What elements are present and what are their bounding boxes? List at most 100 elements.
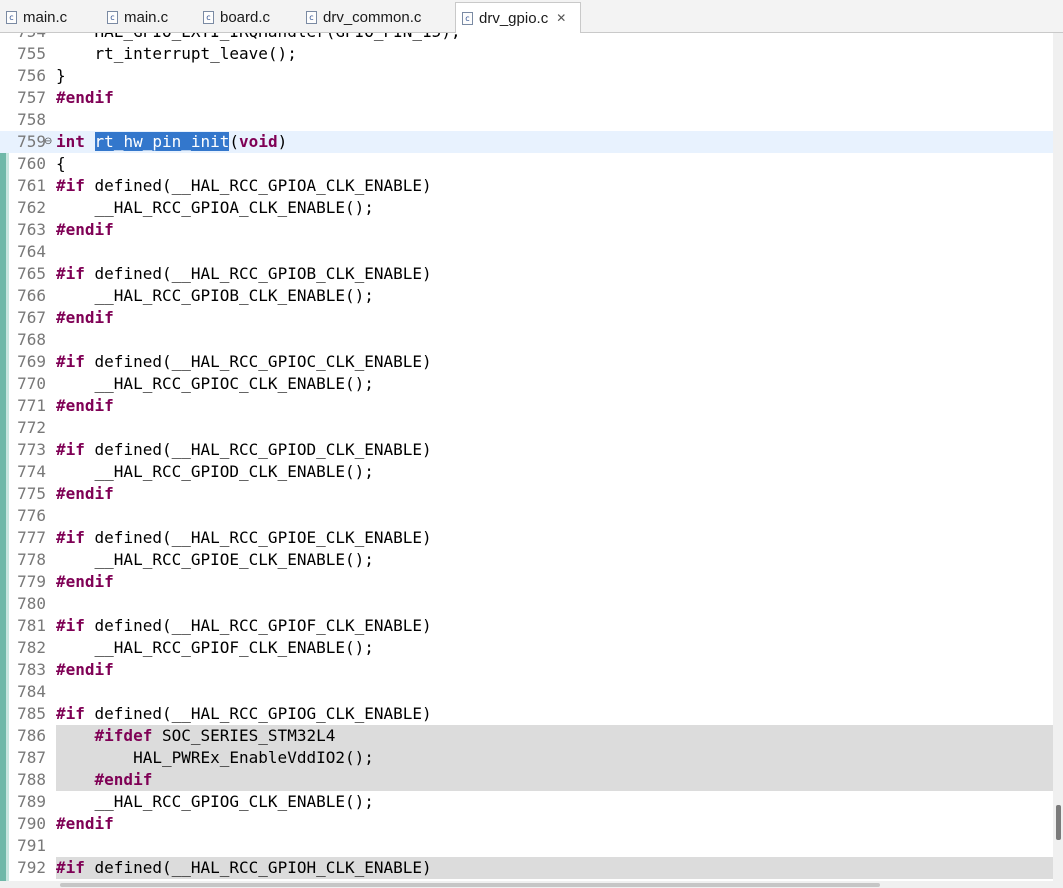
line-number: 763 [17,220,46,239]
code-text[interactable]: __HAL_RCC_GPIOF_CLK_ENABLE(); [56,637,1053,659]
code-line[interactable]: 776 [0,505,1053,527]
code-line[interactable]: 788 #endif [0,769,1053,791]
code-line[interactable]: 756} [0,65,1053,87]
code-text[interactable]: #endif [56,571,1053,593]
code-line[interactable]: 769 #if defined(__HAL_RCC_GPIOC_CLK_ENABL… [0,351,1053,373]
line-number: 762 [17,198,46,217]
tab-label: drv_common.c [323,9,422,26]
code-text[interactable]: __HAL_RCC_GPIOG_CLK_ENABLE(); [56,791,1053,813]
code-line[interactable]: 765 #if defined(__HAL_RCC_GPIOB_CLK_ENABL… [0,263,1053,285]
code-text[interactable] [56,241,1053,263]
code-text[interactable]: #if defined(__HAL_RCC_GPIOG_CLK_ENABLE) [56,703,1053,725]
code-text[interactable]: __HAL_RCC_GPIOA_CLK_ENABLE(); [56,197,1053,219]
code-text[interactable]: int rt_hw_pin_init(void) [56,131,1053,153]
code-text[interactable]: #endif [56,87,1053,109]
code-text[interactable]: HAL_GPIO_EXTI_IRQHandler(GPIO_PIN_15); [56,33,1053,43]
code-line[interactable]: 760 { [0,153,1053,175]
line-number: 768 [17,330,46,349]
code-line[interactable]: 773 #if defined(__HAL_RCC_GPIOD_CLK_ENABL… [0,439,1053,461]
code-text[interactable] [56,109,1053,131]
code-line[interactable]: 786 #ifdef SOC_SERIES_STM32L4 [0,725,1053,747]
tab-drv_common-c[interactable]: c drv_common.c [300,3,453,32]
tab-main-c-2[interactable]: c main.c [101,3,195,32]
code-text[interactable]: __HAL_RCC_GPIOD_CLK_ENABLE(); [56,461,1053,483]
code-line[interactable]: 775 #endif [0,483,1053,505]
code-text[interactable]: #endif [56,307,1053,329]
code-line[interactable]: 780 [0,593,1053,615]
code-text[interactable]: #endif [56,483,1053,505]
tab-drv_gpio-c[interactable]: c drv_gpio.c ✕ [455,2,581,33]
code-line[interactable]: 791 [0,835,1053,857]
code-text[interactable]: __HAL_RCC_GPIOC_CLK_ENABLE(); [56,373,1053,395]
editor-tab-bar: c main.c c main.c c board.c c drv_common.c c drv_… [0,0,1063,33]
code-text[interactable] [56,681,1053,703]
code-text[interactable]: #if defined(__HAL_RCC_GPIOD_CLK_ENABLE) [56,439,1053,461]
tab-board-c[interactable]: c board.c [197,3,298,32]
code-text[interactable]: #endif [56,219,1053,241]
code-line[interactable]: 782 __HAL_RCC_GPIOF_CLK_ENABLE(); [0,637,1053,659]
code-line[interactable]: 771 #endif [0,395,1053,417]
code-text[interactable]: #endif [56,813,1053,835]
line-number: 761 [17,176,46,195]
code-line[interactable]: 768 [0,329,1053,351]
code-text[interactable] [56,505,1053,527]
horizontal-scrollbar-thumb[interactable] [60,883,880,887]
code-line[interactable]: 754 HAL_GPIO_EXTI_IRQHandler(GPIO_PIN_15… [0,33,1053,43]
code-text[interactable] [56,835,1053,857]
code-text[interactable]: #endif [56,659,1053,681]
line-number: 785 [17,704,46,723]
line-number: 773 [17,440,46,459]
code-line[interactable]: 781 #if defined(__HAL_RCC_GPIOF_CLK_ENABL… [0,615,1053,637]
code-text[interactable]: #if defined(__HAL_RCC_GPIOB_CLK_ENABLE) [56,263,1053,285]
line-number: 782 [17,638,46,657]
code-line[interactable]: 777 #if defined(__HAL_RCC_GPIOE_CLK_ENABL… [0,527,1053,549]
code-line[interactable]: 784 [0,681,1053,703]
code-line[interactable]: 789 __HAL_RCC_GPIOG_CLK_ENABLE(); [0,791,1053,813]
code-text[interactable] [56,329,1053,351]
code-line[interactable]: 779 #endif [0,571,1053,593]
code-line[interactable]: 759 ⊖ int rt_hw_pin_init(void) [0,131,1053,153]
code-line[interactable]: 763 #endif [0,219,1053,241]
vertical-scrollbar-thumb[interactable] [1056,805,1061,840]
code-line[interactable]: 764 [0,241,1053,263]
code-line[interactable]: 774 __HAL_RCC_GPIOD_CLK_ENABLE(); [0,461,1053,483]
code-text[interactable]: #if defined(__HAL_RCC_GPIOF_CLK_ENABLE) [56,615,1053,637]
code-text[interactable]: __HAL_RCC_GPIOB_CLK_ENABLE(); [56,285,1053,307]
code-text[interactable]: rt_interrupt_leave(); [56,43,1053,65]
code-text[interactable] [56,593,1053,615]
line-number: 787 [17,748,46,767]
code-line[interactable]: 762 __HAL_RCC_GPIOA_CLK_ENABLE(); [0,197,1053,219]
code-line[interactable]: 783 #endif [0,659,1053,681]
code-text[interactable]: __HAL_RCC_GPIOE_CLK_ENABLE(); [56,549,1053,571]
code-text[interactable]: #if defined(__HAL_RCC_GPIOH_CLK_ENABLE) [56,857,1053,879]
code-line[interactable]: 785 #if defined(__HAL_RCC_GPIOG_CLK_ENABL… [0,703,1053,725]
code-line[interactable]: 766 __HAL_RCC_GPIOB_CLK_ENABLE(); [0,285,1053,307]
code-text[interactable]: #if defined(__HAL_RCC_GPIOE_CLK_ENABLE) [56,527,1053,549]
code-line[interactable]: 778 __HAL_RCC_GPIOE_CLK_ENABLE(); [0,549,1053,571]
code-line[interactable]: 772 [0,417,1053,439]
code-text[interactable]: #endif [56,395,1053,417]
fold-toggle-icon[interactable]: ⊖ [44,131,52,153]
code-editor[interactable]: 754 HAL_GPIO_EXTI_IRQHandler(GPIO_PIN_15… [0,33,1053,881]
code-text[interactable]: { [56,153,1053,175]
code-text[interactable]: #endif [56,769,1053,791]
code-line[interactable]: 755 rt_interrupt_leave(); [0,43,1053,65]
vertical-scrollbar[interactable] [1053,33,1063,881]
c-file-icon: c [203,11,214,24]
code-text[interactable]: } [56,65,1053,87]
code-text[interactable]: HAL_PWREx_EnableVddIO2(); [56,747,1053,769]
code-text[interactable]: #ifdef SOC_SERIES_STM32L4 [56,725,1053,747]
code-line[interactable]: 790 #endif [0,813,1053,835]
code-line[interactable]: 770 __HAL_RCC_GPIOC_CLK_ENABLE(); [0,373,1053,395]
code-line[interactable]: 758 [0,109,1053,131]
code-text[interactable]: #if defined(__HAL_RCC_GPIOC_CLK_ENABLE) [56,351,1053,373]
code-line[interactable]: 757 #endif [0,87,1053,109]
tab-main-c[interactable]: c main.c [0,3,98,32]
code-line[interactable]: 792 #if defined(__HAL_RCC_GPIOH_CLK_ENABL… [0,857,1053,879]
code-text[interactable] [56,417,1053,439]
code-text[interactable]: #if defined(__HAL_RCC_GPIOA_CLK_ENABLE) [56,175,1053,197]
code-line[interactable]: 767 #endif [0,307,1053,329]
close-icon[interactable]: ✕ [556,11,566,25]
code-line[interactable]: 761 #if defined(__HAL_RCC_GPIOA_CLK_ENABL… [0,175,1053,197]
code-line[interactable]: 787 HAL_PWREx_EnableVddIO2(); [0,747,1053,769]
